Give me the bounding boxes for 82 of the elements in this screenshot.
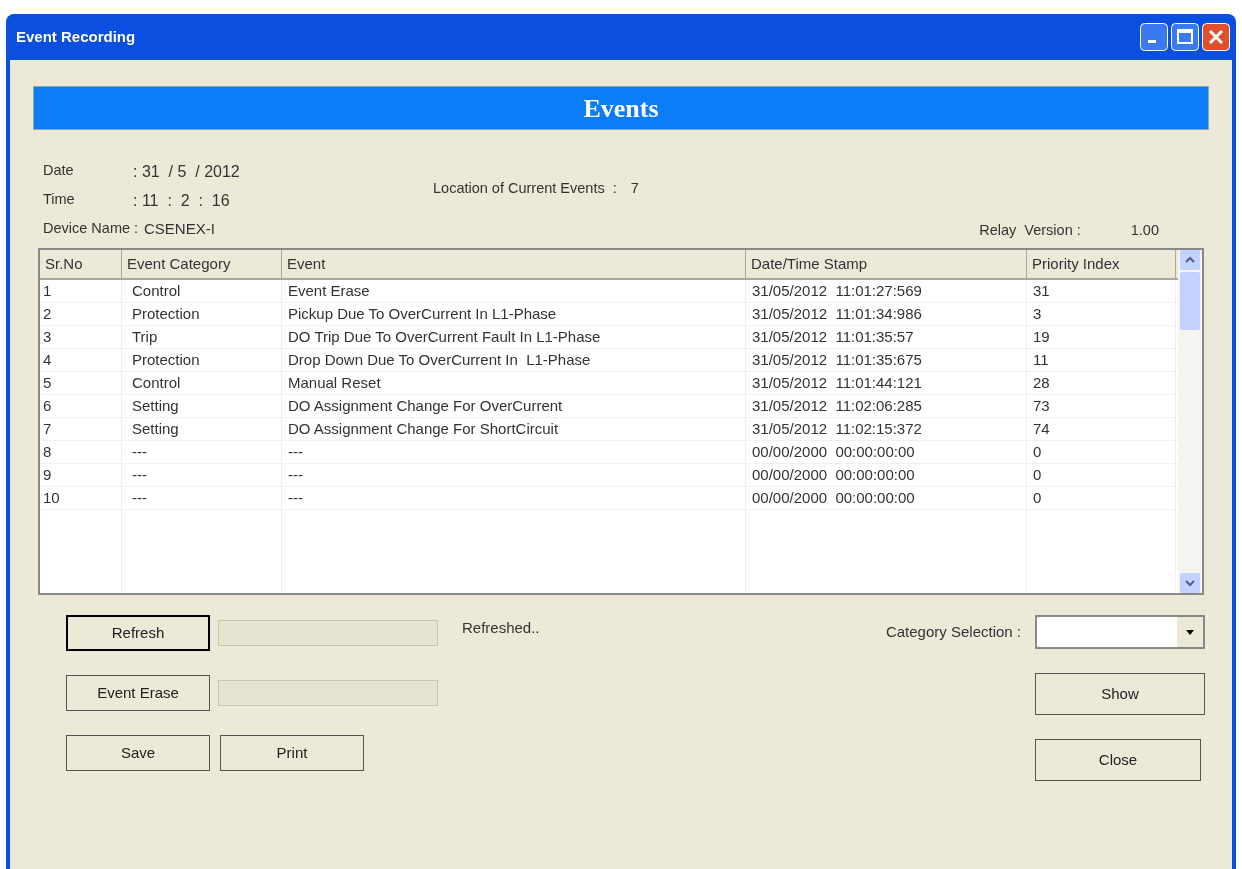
- location-value: 7: [630, 179, 639, 198]
- push-button[interactable]: Close: [1035, 739, 1201, 781]
- table-cell: 0: [1027, 487, 1176, 509]
- table-cell: 00/00/2000 00:00:00:00: [746, 487, 1027, 509]
- table-cell: 31/05/2012 11:01:34:986: [746, 303, 1027, 325]
- table-cell: 6: [40, 395, 122, 417]
- table-cell: Manual Reset: [282, 372, 746, 394]
- table-cell: Setting: [122, 395, 282, 417]
- date-label: Date: [42, 161, 75, 180]
- table-cell: 4: [40, 349, 122, 371]
- table-cell: 0: [1027, 464, 1176, 486]
- scroll-up-icon[interactable]: [1180, 250, 1200, 270]
- maximize-icon[interactable]: [1171, 23, 1199, 51]
- table-cell: Trip: [122, 326, 282, 348]
- table-cell: Event Erase: [282, 280, 746, 302]
- table-cell: Drop Down Due To OverCurrent In L1-Phase: [282, 349, 746, 371]
- table-cell: Control: [122, 372, 282, 394]
- table-cell: 1: [40, 280, 122, 302]
- table-cell: Setting: [122, 418, 282, 440]
- events-banner: Events: [33, 86, 1209, 130]
- table-cell: ---: [122, 487, 282, 509]
- scrollbar[interactable]: [1178, 250, 1202, 593]
- category-selection-label: Category Selection :: [885, 621, 1021, 642]
- scroll-thumb[interactable]: [1180, 272, 1200, 330]
- table-cell: Pickup Due To OverCurrent In L1-Phase: [282, 303, 746, 325]
- push-button[interactable]: Show: [1035, 673, 1205, 715]
- table-cell: Control: [122, 280, 282, 302]
- table-cell: DO Trip Due To OverCurrent Fault In L1-Phase: [282, 326, 746, 348]
- table-cell: 31/05/2012 11:01:35:675: [746, 349, 1027, 371]
- table-cell: 31: [1027, 280, 1176, 302]
- device-name-value: CSENEX-I: [144, 219, 215, 239]
- table-cell: Protection: [122, 349, 282, 371]
- window-title: Event Recording: [16, 26, 136, 47]
- column-header[interactable]: Date/Time Stamp: [746, 250, 1027, 278]
- table-cell: 7: [40, 418, 122, 440]
- minimize-icon[interactable]: [1140, 23, 1168, 51]
- time-value: : 11 : 2 : 16: [133, 191, 230, 211]
- table-cell: 31/05/2012 11:01:27:569: [746, 280, 1027, 302]
- push-button[interactable]: Save: [66, 735, 210, 771]
- close-icon[interactable]: [1202, 23, 1230, 51]
- table-cell: 73: [1027, 395, 1176, 417]
- table-cell: 31/05/2012 11:02:15:372: [746, 418, 1027, 440]
- table-cell: 00/00/2000 00:00:00:00: [746, 464, 1027, 486]
- table-cell: 5: [40, 372, 122, 394]
- table-cell: 2: [40, 303, 122, 325]
- column-header[interactable]: Sr.No: [40, 250, 122, 278]
- location-label: Location of Current Events :: [433, 179, 617, 198]
- table-cell: ---: [122, 441, 282, 463]
- table-cell: 3: [1027, 303, 1176, 325]
- table-cell: Protection: [122, 303, 282, 325]
- table-cell: 74: [1027, 418, 1176, 440]
- push-button[interactable]: Event Erase: [66, 675, 210, 711]
- push-button[interactable]: Refresh: [66, 615, 210, 651]
- push-button[interactable]: Print: [220, 735, 364, 771]
- table-cell: 28: [1027, 372, 1176, 394]
- status-text: Refreshed..: [462, 618, 540, 638]
- scroll-down-icon[interactable]: [1180, 573, 1200, 593]
- table-cell: ---: [122, 464, 282, 486]
- table-cell: 31/05/2012 11:01:35:57: [746, 326, 1027, 348]
- table-cell: DO Assignment Change For ShortCircuit: [282, 418, 746, 440]
- table-cell: 31/05/2012 11:02:06:285: [746, 395, 1027, 417]
- table-cell: 00/00/2000 00:00:00:00: [746, 441, 1027, 463]
- table-cell: 11: [1027, 349, 1176, 371]
- column-header[interactable]: Priority Index: [1027, 250, 1176, 278]
- table-cell: ---: [282, 441, 746, 463]
- table-cell: DO Assignment Change For OverCurrent: [282, 395, 746, 417]
- device-name-label: Device Name :: [42, 219, 138, 238]
- relay-version-value: 1.00: [1130, 221, 1159, 241]
- table-cell: 31/05/2012 11:01:44:121: [746, 372, 1027, 394]
- date-value: : 31 / 5 / 2012: [133, 162, 240, 182]
- table-cell: 0: [1027, 441, 1176, 463]
- time-label: Time: [42, 190, 76, 209]
- table-cell: 3: [40, 326, 122, 348]
- column-header[interactable]: Event Category: [122, 250, 282, 278]
- table-cell: 19: [1027, 326, 1176, 348]
- table-cell: ---: [282, 487, 746, 509]
- relay-version-label: Relay Version :: [979, 221, 1081, 241]
- table-cell: ---: [282, 464, 746, 486]
- column-header[interactable]: Event: [282, 250, 746, 278]
- table-cell: 10: [40, 487, 122, 509]
- table-cell: 8: [40, 441, 122, 463]
- table-cell: 9: [40, 464, 122, 486]
